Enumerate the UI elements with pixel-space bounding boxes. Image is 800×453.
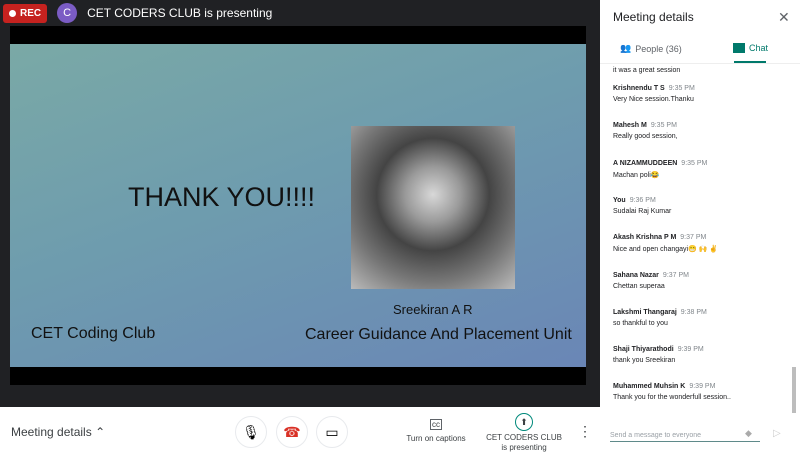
- microphone-icon: 🎙: [242, 423, 260, 440]
- chat-message: A NIZAMMUDDEEN 9:35 PM Machan poli😂: [613, 160, 707, 179]
- message-text: Thank you for the wonderfull session..: [613, 394, 731, 402]
- recording-badge: REC: [3, 3, 48, 23]
- close-icon[interactable]: ✕: [778, 9, 790, 26]
- meeting-details-button[interactable]: Meeting details ⌃: [11, 425, 105, 439]
- sender-name: Krishnendu T S: [613, 85, 665, 92]
- chat-message: You 9:36 PM Sudalai Raj Kumar: [613, 197, 671, 215]
- message-text: thank you Sreekiran: [613, 357, 676, 365]
- shared-screen: THANK YOU!!!! Sreekiran A R CET Coding C…: [10, 26, 586, 385]
- slide-title: THANK YOU!!!!: [128, 182, 316, 212]
- message-time: 9:38 PM: [680, 308, 707, 316]
- emoji-icon[interactable]: ◆: [745, 428, 752, 439]
- meeting-details-label: Meeting details: [11, 425, 92, 439]
- camera-icon: ▭: [325, 423, 339, 440]
- tab-chat[interactable]: Chat: [733, 43, 768, 53]
- message-time: 9:39 PM: [689, 383, 716, 391]
- sender-name: Sahana Nazar: [613, 271, 659, 279]
- sender-name: Mahesh M: [613, 122, 647, 130]
- message-time: 9:39 PM: [677, 346, 704, 354]
- more-options-icon[interactable]: ⋮: [578, 423, 592, 440]
- speaker-photo: [351, 126, 515, 289]
- message-time: 9:35 PM: [681, 159, 708, 167]
- presenting-label: CET CODERS CLUB is presenting: [87, 6, 273, 20]
- captions-label: Turn on captions: [406, 434, 466, 443]
- avatar: C: [57, 3, 78, 23]
- message-time: 9:35 PM: [650, 122, 677, 130]
- chat-list[interactable]: it was a great session Krishnendu T S 9:3…: [600, 63, 800, 411]
- sender-name: You: [613, 196, 626, 204]
- speaker-name: Sreekiran A R: [393, 302, 473, 317]
- message-input[interactable]: Send a message to everyone: [610, 432, 760, 442]
- chat-message: Muhammed Muhsin K 9:39 PM Thank you for th…: [613, 383, 731, 401]
- chat-message: Mahesh M 9:35 PM Really good session,: [613, 122, 678, 140]
- panel-title: Meeting details: [613, 10, 694, 24]
- sender-name: Shaji Thiyarathodi: [613, 346, 674, 354]
- sender-name: Lakshmi Thangaraj: [613, 308, 677, 316]
- message-time: 9:37 PM: [662, 271, 689, 279]
- camera-button[interactable]: ▭: [316, 416, 348, 448]
- end-call-button[interactable]: ☎: [276, 416, 308, 448]
- captions-icon: cc: [430, 419, 442, 430]
- presenter-line1: CET CODERS CLUB: [486, 433, 562, 442]
- message-time: 9:35 PM: [668, 85, 695, 92]
- chat-message: Akash Krishna P M 9:37 PM Nice and open ch…: [613, 234, 718, 253]
- chat-message: Sahana Nazar 9:37 PM Chettan superaa: [613, 272, 689, 290]
- sender-name: A NIZAMMUDDEEN: [613, 159, 678, 167]
- captions-button[interactable]: cc Turn on captions: [400, 419, 472, 443]
- message-text: so thankful to you: [613, 319, 668, 327]
- top-bar: REC C CET CODERS CLUB is presenting: [0, 0, 600, 26]
- tab-people-label: People (36): [635, 43, 682, 54]
- unit-name: Career Guidance And Placement Unit: [305, 326, 572, 343]
- chat-message: Lakshmi Thangaraj 9:38 PM so thankful to y…: [613, 309, 707, 327]
- message-text: Very Nice session.Thanku: [613, 96, 694, 103]
- presenting-button[interactable]: ⬆ CET CODERS CLUB is presenting: [484, 413, 564, 453]
- chevron-up-icon: ⌃: [95, 425, 106, 439]
- microphone-button[interactable]: 🎙: [235, 416, 267, 448]
- chat-message: Krishnendu T S 9:35 PM Very Nice session.T…: [613, 85, 695, 103]
- chat-icon: [733, 43, 745, 53]
- message-text: Chettan superaa: [613, 282, 665, 290]
- present-screen-icon: ⬆: [515, 413, 533, 431]
- tab-people[interactable]: 👥 People (36): [620, 43, 682, 54]
- sender-name: Akash Krishna P M: [613, 234, 677, 242]
- tab-chat-label: Chat: [749, 43, 769, 53]
- people-icon: 👥: [620, 43, 632, 53]
- send-icon[interactable]: ▷: [773, 428, 781, 439]
- message-text: Machan poli😂: [613, 171, 660, 179]
- scrollbar[interactable]: [792, 367, 796, 413]
- message-time: 9:37 PM: [680, 234, 707, 242]
- rec-label: REC: [20, 7, 42, 19]
- presenter-line2: is presenting: [501, 443, 547, 452]
- club-name: CET Coding Club: [31, 325, 156, 342]
- record-dot-icon: [9, 9, 16, 17]
- bottom-bar: Meeting details ⌃ 🎙 ☎ ▭ cc Turn on captio…: [0, 407, 600, 453]
- message-text: Nice and open changayi😁 🙌 ✌: [613, 246, 719, 254]
- message-text: Sudalai Raj Kumar: [613, 207, 672, 215]
- sender-name: Muhammed Muhsin K: [613, 383, 686, 391]
- message-time: 9:36 PM: [629, 196, 656, 204]
- presentation-stage: REC C CET CODERS CLUB is presenting THAN…: [0, 0, 600, 407]
- hang-up-icon: ☎: [283, 423, 301, 440]
- meeting-details-panel: Meeting details ✕ 👥 People (36) Chat it w…: [600, 0, 800, 453]
- chat-message: Shaji Thiyarathodi 9:39 PM thank you Sreek…: [613, 346, 704, 364]
- partial-message: it was a great session: [613, 67, 681, 74]
- message-text: Really good session,: [613, 133, 678, 141]
- slide: THANK YOU!!!! Sreekiran A R CET Coding C…: [10, 44, 586, 367]
